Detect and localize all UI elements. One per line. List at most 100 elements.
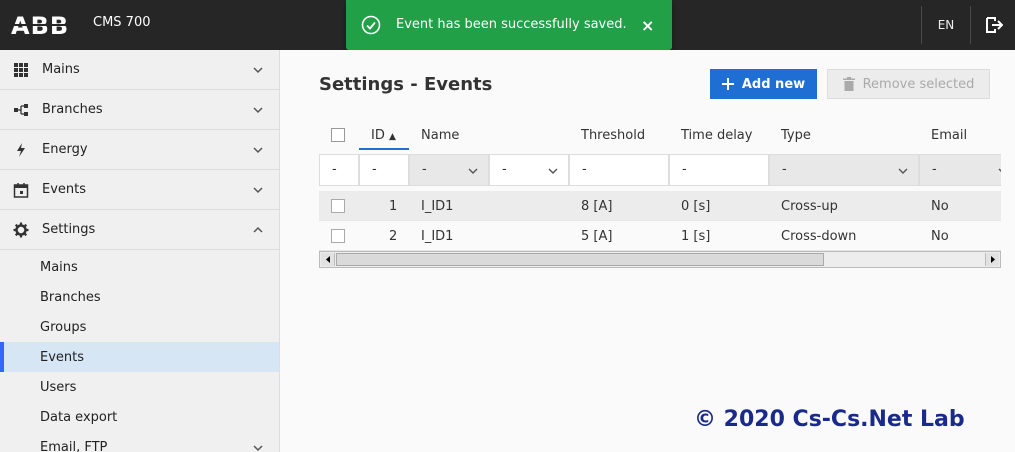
column-header-threshold[interactable]: Threshold <box>581 128 645 143</box>
sidebar: Mains Branches Energy Events Settings Ma… <box>0 50 280 452</box>
header-divider <box>970 6 971 44</box>
column-header-id[interactable]: ID ▲ <box>371 128 396 143</box>
cell-time-delay: 1 [s] <box>681 229 711 244</box>
filter-value: - <box>782 162 787 177</box>
arrow-left-icon <box>326 256 330 263</box>
main-content: Settings - Events Add new Remove selecte… <box>281 50 1015 452</box>
chevron-down-icon <box>253 67 263 74</box>
cell-name: I_ID1 <box>421 229 454 244</box>
filter-type[interactable]: - <box>769 154 919 186</box>
cell-type: Cross-up <box>781 199 838 214</box>
lightning-icon <box>17 143 25 157</box>
filter-select[interactable]: - <box>319 154 359 186</box>
row-checkbox[interactable] <box>331 199 345 213</box>
sidebar-item-label: Branches <box>42 102 103 117</box>
sidebar-subitem-label: Data export <box>40 410 118 425</box>
filter-name-value[interactable]: - <box>489 154 569 186</box>
cell-name: I_ID1 <box>421 199 454 214</box>
language-selector[interactable]: EN <box>922 0 970 50</box>
sidebar-subitem-label: Mains <box>40 260 78 275</box>
chevron-down-icon <box>548 168 558 174</box>
column-header-time-delay[interactable]: Time delay <box>681 128 752 143</box>
filter-value: - <box>422 162 427 177</box>
sidebar-subitem-label: Branches <box>40 290 101 305</box>
sidebar-item-branches[interactable]: Branches <box>0 90 279 130</box>
success-toast: Event has been successfully saved. × <box>346 0 672 50</box>
chevron-down-icon <box>253 147 263 154</box>
events-table: ID ▲ Name Threshold Time delay Type Emai… <box>319 120 1001 268</box>
table-header: ID ▲ Name Threshold Time delay Type Emai… <box>319 120 1001 150</box>
column-header-email[interactable]: Email <box>931 128 967 143</box>
page-title: Settings - Events <box>319 74 493 95</box>
calendar-icon <box>13 183 29 198</box>
grid-icon <box>14 63 28 77</box>
chevron-down-icon <box>253 107 263 114</box>
branches-icon <box>14 104 28 116</box>
sidebar-item-events[interactable]: Events <box>0 170 279 210</box>
sidebar-subitem-email-ftp[interactable]: Email, FTP <box>0 432 279 452</box>
add-new-button[interactable]: Add new <box>710 69 817 99</box>
filter-value: - <box>932 162 937 177</box>
sidebar-subitem-users[interactable]: Users <box>0 372 279 402</box>
cell-id: 2 <box>389 229 398 244</box>
select-all-checkbox[interactable] <box>331 128 345 142</box>
cell-email: No <box>931 199 949 214</box>
filter-time-delay[interactable]: - <box>669 154 769 186</box>
chevron-down-icon <box>468 168 478 174</box>
filter-name-operator[interactable]: - <box>409 154 489 186</box>
filter-threshold[interactable]: - <box>569 154 669 186</box>
cell-type: Cross-down <box>781 229 857 244</box>
column-label: ID <box>371 128 385 143</box>
sidebar-subitem-mains[interactable]: Mains <box>0 252 279 282</box>
filter-email[interactable]: - <box>919 154 1001 186</box>
chevron-down-icon <box>998 168 1001 172</box>
sidebar-item-label: Energy <box>42 142 88 157</box>
remove-selected-button[interactable]: Remove selected <box>827 69 990 99</box>
sidebar-item-settings[interactable]: Settings <box>0 210 279 250</box>
scrollbar-thumb[interactable] <box>336 253 824 266</box>
arrow-right-icon <box>991 256 995 263</box>
cell-time-delay: 0 [s] <box>681 199 711 214</box>
cell-threshold: 5 [A] <box>581 229 613 244</box>
add-new-label: Add new <box>741 76 806 92</box>
sidebar-subitem-groups[interactable]: Groups <box>0 312 279 342</box>
column-header-type[interactable]: Type <box>781 128 811 143</box>
sidebar-subitem-data-export[interactable]: Data export <box>0 402 279 432</box>
chevron-down-icon <box>898 168 908 174</box>
scroll-left-button[interactable] <box>321 253 335 266</box>
check-circle-icon <box>361 15 381 35</box>
column-header-name[interactable]: Name <box>421 128 459 143</box>
trash-icon <box>842 77 855 91</box>
horizontal-scrollbar[interactable] <box>319 251 1001 268</box>
remove-selected-label: Remove selected <box>862 76 975 92</box>
sort-asc-icon: ▲ <box>389 132 396 142</box>
filter-row: - - - - - - - - <box>319 154 1001 186</box>
filter-id[interactable]: - <box>359 154 409 186</box>
logout-button[interactable] <box>972 0 1015 50</box>
table-row[interactable]: 2 I_ID1 5 [A] 1 [s] Cross-down No <box>319 221 1001 251</box>
sidebar-subitem-label: Users <box>40 380 77 395</box>
filter-value: - <box>502 162 507 177</box>
sidebar-item-energy[interactable]: Energy <box>0 130 279 170</box>
sidebar-subitem-label: Email, FTP <box>40 440 108 452</box>
app-name: CMS 700 <box>93 15 151 30</box>
row-checkbox[interactable] <box>331 229 345 243</box>
sidebar-item-label: Settings <box>42 222 96 237</box>
scroll-right-button[interactable] <box>985 253 999 266</box>
toast-close-button[interactable]: × <box>641 16 654 35</box>
chevron-up-icon <box>253 226 263 233</box>
sidebar-subitem-label: Groups <box>40 320 87 335</box>
sidebar-subitem-events[interactable]: Events <box>0 342 279 372</box>
sort-indicator <box>359 148 409 150</box>
sidebar-item-mains[interactable]: Mains <box>0 50 279 90</box>
chevron-down-icon <box>253 445 263 452</box>
toast-message: Event has been successfully saved. <box>396 17 627 32</box>
chevron-down-icon <box>253 187 263 194</box>
watermark: © 2020 Cs-Cs.Net Lab <box>694 407 965 432</box>
cell-id: 1 <box>389 199 398 214</box>
sidebar-subitem-branches[interactable]: Branches <box>0 282 279 312</box>
cell-threshold: 8 [A] <box>581 199 613 214</box>
plus-icon <box>721 78 734 90</box>
table-row[interactable]: 1 I_ID1 8 [A] 0 [s] Cross-up No <box>319 191 1001 221</box>
gear-icon <box>13 222 29 238</box>
